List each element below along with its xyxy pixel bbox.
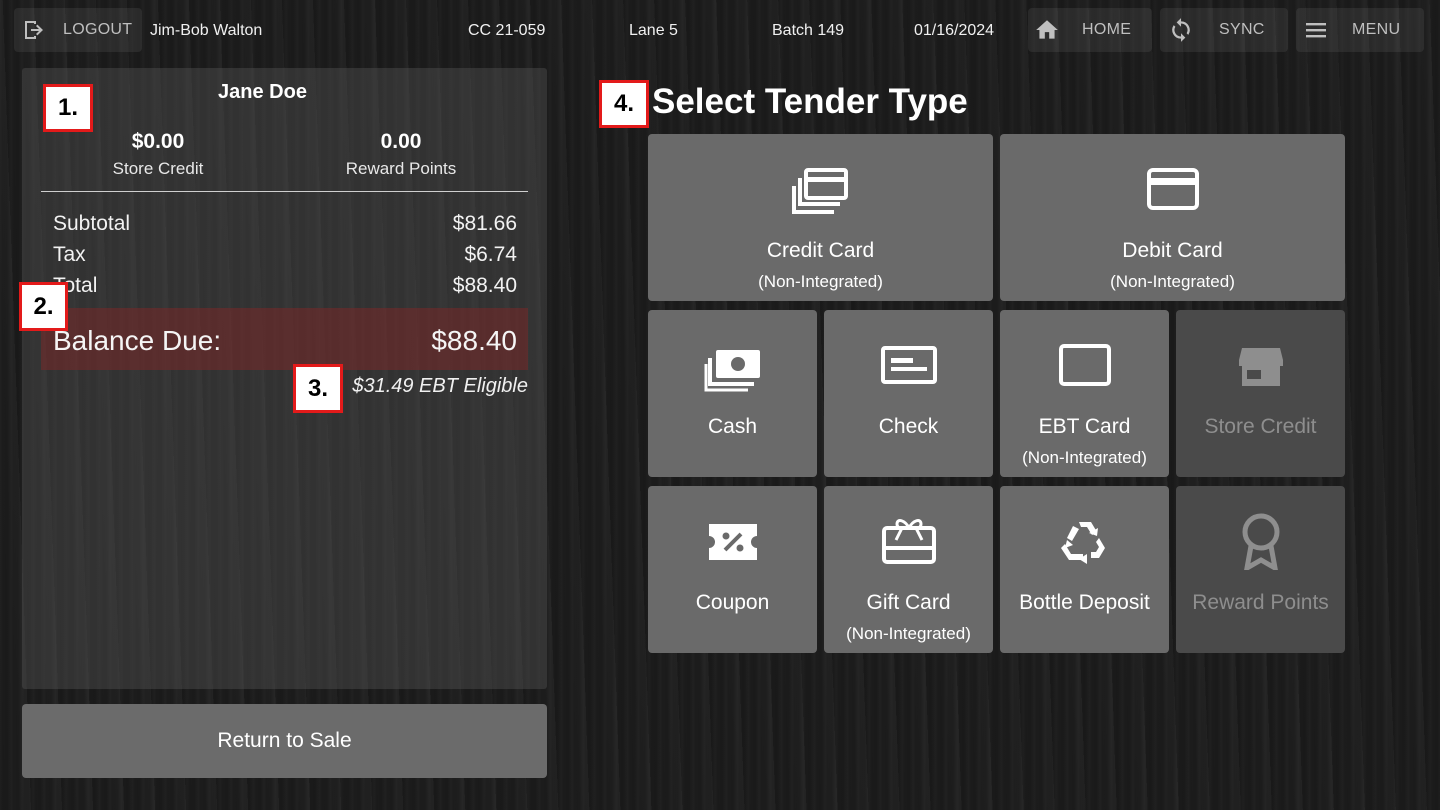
menu-label: MENU [1352, 21, 1401, 38]
store-credit-value: $0.00 [131, 130, 185, 153]
balance-due-row: Balance Due: $88.40 [41, 308, 528, 370]
tender-gift-card-label: Gift Card [866, 591, 951, 614]
tender-gift-card-button[interactable]: Gift Card (Non-Integrated) [824, 486, 993, 653]
tender-credit-card-label: Credit Card [766, 239, 875, 262]
divider [41, 191, 528, 192]
tender-check-label: Check [878, 415, 939, 438]
tender-section-title: Select Tender Type [652, 82, 968, 121]
tender-reward-points-button[interactable]: Reward Points [1176, 486, 1345, 653]
gift-card-icon [824, 516, 993, 564]
credit-card-stack-icon [648, 166, 993, 216]
tender-ebt-card-label: EBT Card [1038, 415, 1131, 438]
tender-store-credit-button[interactable]: Store Credit [1176, 310, 1345, 477]
balance-due-value: $88.40 [431, 325, 517, 356]
subtotal-value: $81.66 [452, 212, 517, 235]
coupon-icon [648, 522, 817, 562]
tender-cash-button[interactable]: Cash [648, 310, 817, 477]
total-value: $88.40 [452, 274, 517, 297]
reward-points-label: Reward Points [345, 159, 457, 178]
tender-credit-card-button[interactable]: Credit Card (Non-Integrated) [648, 134, 993, 301]
menu-button[interactable]: MENU [1296, 8, 1424, 52]
reward-points-value: 0.00 [380, 130, 422, 153]
tender-coupon-label: Coupon [695, 591, 770, 614]
callout-marker-4: 4. [599, 80, 649, 128]
tender-debit-card-label: Debit Card [1122, 239, 1223, 262]
tax-value: $6.74 [464, 243, 517, 266]
user-name: Jim-Bob Walton [150, 22, 263, 39]
tender-reward-points-label: Reward Points [1192, 591, 1329, 614]
tender-ebt-card-sub: (Non-Integrated) [1022, 448, 1147, 467]
callout-marker-2: 2. [19, 282, 68, 331]
tender-bottle-deposit-label: Bottle Deposit [1019, 591, 1150, 614]
tax-label: Tax [53, 243, 86, 266]
tender-bottle-deposit-button[interactable]: Bottle Deposit [1000, 486, 1169, 653]
tender-coupon-button[interactable]: Coupon [648, 486, 817, 653]
home-icon [1034, 17, 1060, 43]
logout-button[interactable]: LOGOUT [14, 8, 142, 52]
ebt-card-icon [1000, 344, 1169, 386]
tender-cash-label: Cash [707, 415, 758, 438]
debit-card-icon [1000, 168, 1345, 210]
sync-icon [1168, 17, 1194, 43]
tender-check-button[interactable]: Check [824, 310, 993, 477]
sync-button[interactable]: SYNC [1160, 8, 1288, 52]
batch-label: Batch 149 [772, 22, 845, 39]
storefront-icon [1176, 346, 1345, 388]
logout-label: LOGOUT [63, 21, 133, 38]
logout-icon [22, 18, 46, 42]
store-credit-label: Store Credit [112, 159, 204, 178]
date-label: 01/16/2024 [914, 22, 995, 39]
tender-ebt-card-button[interactable]: EBT Card (Non-Integrated) [1000, 310, 1169, 477]
tender-store-credit-label: Store Credit [1204, 415, 1317, 438]
ebt-eligible-text: $31.49 EBT Eligible [352, 375, 528, 397]
balance-due-label: Balance Due: [53, 325, 222, 356]
award-ribbon-icon [1176, 512, 1345, 570]
tender-gift-card-sub: (Non-Integrated) [846, 624, 971, 643]
tender-debit-card-button[interactable]: Debit Card (Non-Integrated) [1000, 134, 1345, 301]
lane-label: Lane 5 [629, 22, 678, 39]
check-icon [824, 346, 993, 384]
subtotal-label: Subtotal [53, 212, 131, 235]
home-button[interactable]: HOME [1028, 8, 1152, 52]
callout-marker-3: 3. [293, 364, 343, 413]
register-id: CC 21-059 [468, 22, 546, 39]
sync-label: SYNC [1219, 21, 1265, 38]
callout-marker-1: 1. [43, 84, 93, 132]
recycle-icon [1000, 518, 1169, 568]
home-label: HOME [1082, 21, 1132, 38]
tender-credit-card-sub: (Non-Integrated) [758, 272, 883, 291]
tender-debit-card-sub: (Non-Integrated) [1110, 272, 1235, 291]
hamburger-icon [1304, 18, 1328, 42]
cash-icon [648, 348, 817, 392]
return-to-sale-button[interactable]: Return to Sale [22, 704, 547, 778]
